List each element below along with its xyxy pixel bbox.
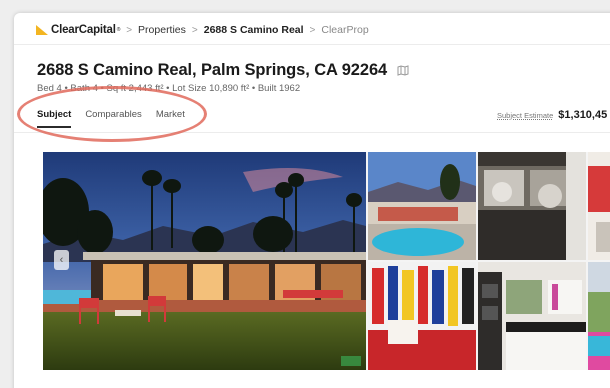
brand-logo-icon [36, 25, 48, 35]
brand-name: ClearCapital [51, 24, 116, 36]
page-title: 2688 S Camino Real, Palm Springs, CA 922… [37, 61, 388, 79]
gallery-thumbnail[interactable] [478, 152, 586, 260]
photo-gallery: ‹ [43, 152, 610, 370]
brand-logo[interactable]: ClearCapital ® [36, 24, 120, 36]
subject-estimate-label[interactable]: Subject Estimate [497, 111, 553, 120]
property-details: Bed 4 • Bath 4 • Sq ft 2,443 ft² • Lot S… [37, 83, 301, 94]
breadcrumb-separator: > [191, 24, 198, 36]
tab-market[interactable]: Market [156, 109, 185, 128]
page-card: ClearCapital ® > Properties > 2688 S Cam… [14, 13, 610, 388]
tabs-divider [14, 132, 610, 133]
gallery-prev-button[interactable]: ‹ [54, 250, 69, 270]
breadcrumb: ClearCapital ® > Properties > 2688 S Cam… [36, 21, 369, 39]
subject-estimate: Subject Estimate $1,310,45 [497, 109, 607, 121]
subject-estimate-value: $1,310,45 [558, 109, 608, 121]
gallery-thumbnail[interactable] [368, 152, 476, 260]
gallery-thumbnail[interactable] [478, 262, 586, 370]
header-divider [14, 44, 610, 45]
chevron-left-icon: ‹ [59, 254, 64, 266]
breadcrumb-separator: > [126, 24, 133, 36]
brand-trademark: ® [116, 27, 121, 33]
breadcrumb-address[interactable]: 2688 S Camino Real [204, 24, 304, 36]
main-photo[interactable]: ‹ [43, 152, 366, 370]
gallery-thumbnail[interactable] [368, 262, 476, 370]
breadcrumb-properties[interactable]: Properties [138, 24, 186, 36]
gallery-thumbnail[interactable] [588, 152, 610, 260]
gallery-thumbnail[interactable] [588, 262, 610, 370]
tab-comparables[interactable]: Comparables [85, 109, 142, 128]
breadcrumb-separator: > [309, 24, 316, 36]
breadcrumb-clearprop: ClearProp [321, 24, 369, 36]
tab-subject[interactable]: Subject [37, 109, 72, 128]
tab-bar: Subject Comparables Market [37, 109, 199, 128]
map-icon[interactable] [397, 65, 409, 76]
